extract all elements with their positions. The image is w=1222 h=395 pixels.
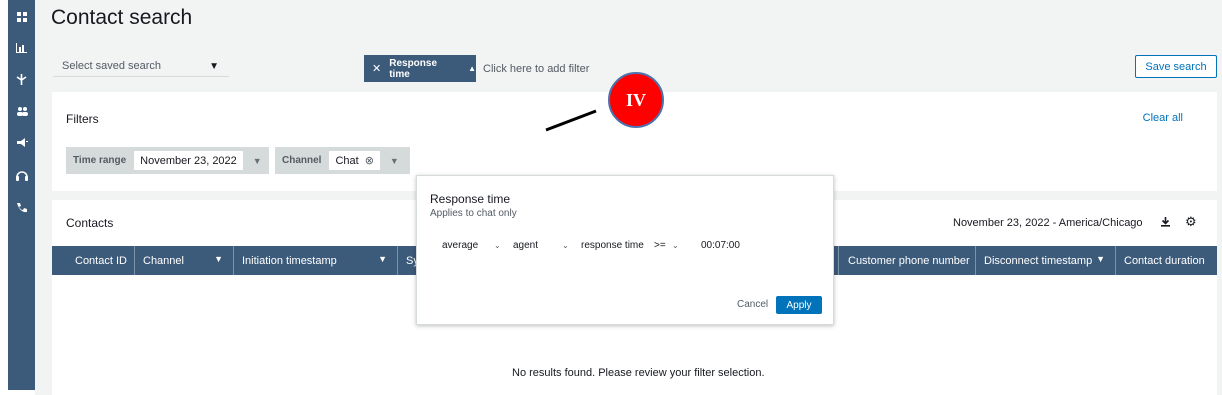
headset-icon[interactable] [11, 166, 32, 184]
contacts-heading: Contacts [66, 216, 114, 230]
popover-subtitle: Applies to chat only [430, 208, 517, 219]
role-select[interactable]: agent [513, 240, 538, 251]
apply-button[interactable]: Apply [776, 296, 822, 314]
annotation-badge: IV [608, 72, 664, 128]
channel-label: Channel [282, 155, 322, 166]
empty-state-message: No results found. Please review your fil… [512, 367, 765, 379]
chevron-down-icon[interactable]: ⌄ [562, 241, 569, 250]
sort-icon[interactable]: ▼ [378, 254, 387, 264]
download-icon[interactable] [1161, 216, 1170, 230]
filters-heading: Filters [66, 112, 99, 126]
channel-filter[interactable]: Channel Chat ⊗ ▼ [275, 147, 410, 174]
saved-search-placeholder: Select saved search [62, 60, 162, 72]
remove-icon[interactable]: ⊗ [365, 154, 374, 167]
metric-label: response time [581, 240, 644, 251]
response-time-label: Response time [389, 57, 438, 80]
saved-search-select[interactable]: Select saved search ▼ [53, 53, 229, 77]
sort-icon[interactable]: ▼ [214, 254, 223, 264]
sort-icon[interactable]: ▼ [1096, 254, 1105, 264]
response-time-filter[interactable]: ✕ Response time ▲ [364, 55, 476, 82]
aggregate-select[interactable]: average [442, 240, 478, 251]
caret-down-icon: ▼ [209, 61, 219, 72]
cancel-button[interactable]: Cancel [737, 299, 768, 310]
popover-title: Response time [430, 192, 511, 206]
clear-all-link[interactable]: Clear all [1143, 112, 1183, 124]
chevron-down-icon[interactable]: ⌄ [672, 241, 679, 250]
column-header[interactable]: Disconnect timestamp ▼ [975, 246, 1116, 275]
chevron-up-icon[interactable]: ▲ [468, 64, 476, 73]
duration-input[interactable]: 00:07:00 [701, 240, 740, 251]
metrics-icon[interactable] [11, 39, 32, 57]
operator-select[interactable]: >= [654, 240, 666, 251]
close-icon[interactable]: ✕ [372, 62, 381, 75]
column-header[interactable]: Contact ID [66, 246, 135, 275]
time-range-label: Time range [73, 155, 127, 166]
add-filter-input[interactable]: Click here to add filter [483, 63, 589, 75]
routing-icon[interactable] [11, 70, 32, 88]
time-range-value[interactable]: November 23, 2022 [134, 151, 243, 170]
column-header[interactable]: Initiation timestamp ▼ [233, 246, 398, 275]
sidebar-nav [8, 0, 35, 390]
phone-icon[interactable] [11, 198, 32, 216]
column-header[interactable]: Customer phone number [839, 246, 976, 275]
users-icon[interactable] [11, 102, 32, 120]
page-title: Contact search [51, 6, 193, 29]
column-header[interactable]: Channel ▼ [134, 246, 234, 275]
annotation-pointer-line [545, 109, 597, 132]
time-range-filter[interactable]: Time range November 23, 2022 ▼ [66, 147, 269, 174]
save-search-button[interactable]: Save search [1135, 55, 1217, 78]
dashboard-icon[interactable] [11, 8, 32, 26]
channel-value-text: Chat [335, 154, 359, 167]
campaign-icon[interactable] [11, 134, 32, 152]
response-time-popover: Response time Applies to chat only avera… [416, 175, 834, 325]
chevron-down-icon[interactable]: ⌄ [494, 241, 501, 250]
date-timezone-info: November 23, 2022 - America/Chicago [953, 217, 1143, 229]
gear-icon[interactable]: ⚙ [1185, 214, 1197, 230]
chevron-down-icon[interactable]: ▼ [390, 156, 399, 166]
channel-value[interactable]: Chat ⊗ [329, 151, 380, 170]
column-header[interactable]: Contact duration [1115, 246, 1217, 275]
chevron-down-icon[interactable]: ▼ [253, 156, 262, 166]
